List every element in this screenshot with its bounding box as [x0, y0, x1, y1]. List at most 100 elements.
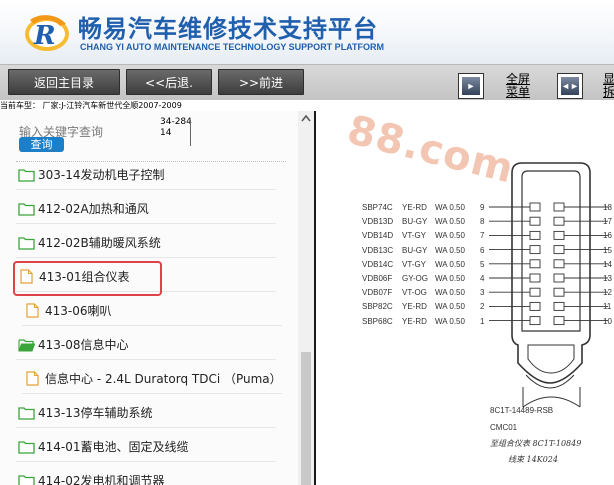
wire-size: WA 0.50 [435, 274, 465, 283]
folder-open-icon [18, 338, 35, 352]
pin-number: 9 [480, 203, 485, 212]
wire-color: YE-RD [402, 316, 427, 326]
tree-item-label: 信息中心 - 2.4L Duratorq TDCi （Puma）柴油 [45, 372, 282, 386]
app-header: R 畅易汽车维修技术支持平台 CHANG YI AUTO MAINTENANCE… [0, 0, 614, 64]
tree-item-label: 412-02A加热和通风 [38, 202, 149, 216]
harness-note: 线束 14K024 [508, 455, 558, 464]
pin-number-right: 14 [603, 259, 612, 269]
circuit-code: VDB13C [362, 245, 394, 255]
pin-number: 2 [480, 302, 485, 312]
folder-icon [18, 406, 35, 420]
tree-item[interactable]: 412-02B辅助暖风系统 [16, 228, 276, 258]
pin-number: 3 [480, 288, 485, 298]
vertical-scrollbar[interactable] [298, 111, 314, 485]
wire-size: WA 0.50 [435, 245, 465, 255]
pin-cavity [529, 245, 541, 255]
split-label-line2[interactable]: 拆 [603, 86, 614, 99]
pin-number: 6 [480, 245, 485, 255]
pin-number-right: 16 [603, 231, 612, 241]
wire-size: WA 0.50 [435, 203, 465, 212]
app-title: 畅易汽车维修技术支持平台 [78, 15, 378, 43]
back-button[interactable]: <<后退. [126, 69, 212, 95]
toolbar: 返回主目录 <<后退. >>前进 ► 全屏 菜单 ◄► 显 拆 [0, 64, 614, 100]
circuit-code: SBP82C [362, 302, 393, 312]
pin-number-right: 17 [603, 217, 612, 227]
pin-number: 8 [480, 217, 485, 227]
folder-icon [18, 168, 35, 182]
pin-cavity [529, 316, 541, 326]
folder-icon [18, 440, 35, 454]
navigation-pane: 输入关键字查询 34-28414 查询 303-14发动机电子控制 412-02A… [0, 111, 316, 485]
split-view-link[interactable]: 显 拆 [603, 73, 614, 99]
tree-item-label: 412-02B辅助暖风系统 [38, 236, 161, 250]
wire-color: BU-GY [402, 217, 428, 227]
pin-cavity [529, 230, 541, 240]
pin-cavity [553, 245, 565, 255]
scroll-thumb[interactable] [301, 352, 311, 485]
wire-size: WA 0.50 [435, 316, 465, 326]
fullscreen-menu-button[interactable]: ► [458, 73, 484, 99]
pin-cavity [553, 273, 565, 283]
tree-item[interactable]: 414-02发电机和调节器 [16, 466, 276, 485]
folder-icon [18, 202, 35, 216]
tree-item[interactable]: 413-13停车辅助系统 [16, 398, 276, 428]
pin-cavity [529, 216, 541, 226]
folder-icon [18, 474, 35, 485]
wire-color: GY-OG [402, 274, 428, 283]
circuit-code: SBP68C [362, 316, 393, 326]
search-value[interactable]: 34-28414 [160, 117, 192, 139]
pin-number: 7 [480, 231, 485, 241]
pin-cavity [529, 301, 541, 311]
pin-cavity [553, 316, 565, 326]
document-icon [26, 303, 39, 318]
tree-item-label: 303-14发动机电子控制 [38, 168, 165, 182]
folder-icon [18, 236, 35, 250]
tree-item-label: 414-02发电机和调节器 [38, 474, 165, 485]
pin-number-right: 10 [603, 316, 612, 326]
tree-item[interactable]: 412-02A加热和通风 [16, 194, 276, 224]
scroll-up-arrow-icon[interactable] [298, 111, 314, 127]
pin-number: 4 [480, 274, 485, 283]
circuit-code: VDB14D [362, 231, 394, 241]
home-button[interactable]: 返回主目录 [8, 69, 120, 95]
tree-item-label: 413-06喇叭 [45, 304, 112, 318]
tree-item[interactable]: 信息中心 - 2.4L Duratorq TDCi （Puma）柴油 [22, 364, 282, 394]
pin-cavity [553, 259, 565, 269]
wire-color: VT-GY [402, 231, 427, 241]
pin-cavity [529, 202, 541, 212]
pin-cavity [529, 287, 541, 297]
current-vehicle-info: 当前车型： 厂家:J-江铃汽车新世代全顺2007-2009 [0, 100, 614, 111]
forward-button[interactable]: >>前进 [218, 69, 304, 95]
selected-item-highlight [13, 261, 162, 296]
arrow-right-icon: ► [462, 77, 480, 95]
pin-cavity [553, 216, 565, 226]
tree-item[interactable]: 303-14发动机电子控制 [16, 160, 276, 190]
split-view-button[interactable]: ◄► [557, 73, 583, 99]
tree-item[interactable]: 413-08信息中心 [16, 330, 276, 360]
pin-number-right: 15 [603, 245, 612, 255]
pin-number: 1 [480, 316, 485, 326]
wire-size: WA 0.50 [435, 302, 465, 312]
tree-item-label: 414-01蓄电池、固定及线缆 [38, 440, 189, 454]
wire-color: YE-RD [402, 302, 427, 312]
query-button[interactable]: 查询 [19, 137, 64, 152]
connector-note: 至组合仪表 8C1T-10849 [490, 439, 582, 448]
fullscreen-menu-link[interactable]: 全屏 菜单 [506, 73, 536, 99]
tree-item[interactable]: 413-06喇叭 [22, 296, 282, 326]
fullscreen-label-line2[interactable]: 菜单 [506, 86, 536, 99]
connector-code: CMC01 [490, 423, 518, 432]
wire-color: BU-GY [402, 245, 428, 255]
wire-size: WA 0.50 [435, 288, 465, 298]
app-subtitle: CHANG YI AUTO MAINTENANCE TECHNOLOGY SUP… [80, 42, 385, 52]
diagram-pane: 88.com SBP74C YE-RD WA 0.50 9 18 VDB13D BU-GY W… [318, 111, 614, 485]
connector-id: 8C1T-14489-RSB [490, 406, 554, 415]
circuit-code: VDB07F [362, 288, 393, 298]
tree-item-label: 413-08信息中心 [38, 338, 129, 352]
pin-cavity [553, 202, 565, 212]
pin-number-right: 18 [603, 203, 612, 212]
tree-item[interactable]: 414-01蓄电池、固定及线缆 [16, 432, 276, 462]
svg-text:R: R [33, 21, 56, 51]
pin-cavity [529, 259, 541, 269]
pin-cavity [553, 230, 565, 240]
circuit-code: SBP74C [362, 203, 393, 212]
